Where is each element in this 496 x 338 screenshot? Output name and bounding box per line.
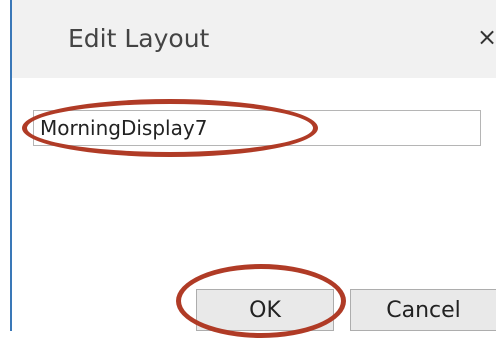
edit-layout-dialog: Edit Layout × OK Cancel xyxy=(0,0,496,338)
close-icon[interactable]: × xyxy=(475,22,496,52)
title-bar: Edit Layout × xyxy=(12,0,496,78)
ok-button-label: OK xyxy=(249,297,281,323)
cancel-button[interactable]: Cancel xyxy=(350,289,496,331)
layout-name-input[interactable] xyxy=(33,110,481,146)
ok-button[interactable]: OK xyxy=(196,289,334,331)
cancel-button-label: Cancel xyxy=(386,297,461,323)
dialog-title: Edit Layout xyxy=(68,24,210,53)
